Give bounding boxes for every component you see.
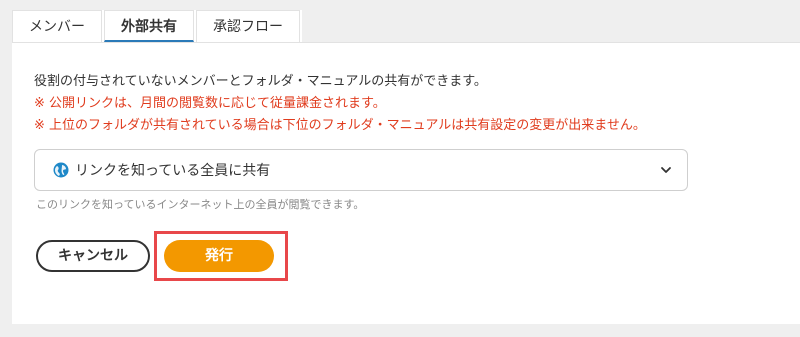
share-scope-select[interactable]: リンクを知っている全員に共有 <box>34 149 688 191</box>
chevron-down-icon <box>661 167 671 173</box>
share-scope-value: リンクを知っている全員に共有 <box>75 163 271 179</box>
external-share-panel: 役割の付与されていないメンバーとフォルダ・マニュアルの共有ができます。 ※ 公開… <box>12 42 800 324</box>
tab-members[interactable]: メンバー <box>12 10 102 42</box>
globe-icon <box>53 162 69 178</box>
share-helper-text: このリンクを知っているインターネット上の全員が閲覧できます。 <box>36 198 365 211</box>
tab-bar: メンバー 外部共有 承認フロー <box>12 10 302 42</box>
description-text: 役割の付与されていないメンバーとフォルダ・マニュアルの共有ができます。 <box>34 74 487 89</box>
billing-note: ※ 公開リンクは、月間の閲覧数に応じて従量課金されます。 <box>34 96 386 111</box>
inheritance-note: ※ 上位のフォルダが共有されている場合は下位のフォルダ・マニュアルは共有設定の変… <box>34 118 646 133</box>
cancel-button[interactable]: キャンセル <box>36 240 150 272</box>
publish-button[interactable]: 発行 <box>164 240 274 272</box>
tab-external-share[interactable]: 外部共有 <box>104 10 194 42</box>
description-block: 役割の付与されていないメンバーとフォルダ・マニュアルの共有ができます。 ※ 公開… <box>34 71 646 137</box>
tab-approval-flow[interactable]: 承認フロー <box>196 10 300 42</box>
